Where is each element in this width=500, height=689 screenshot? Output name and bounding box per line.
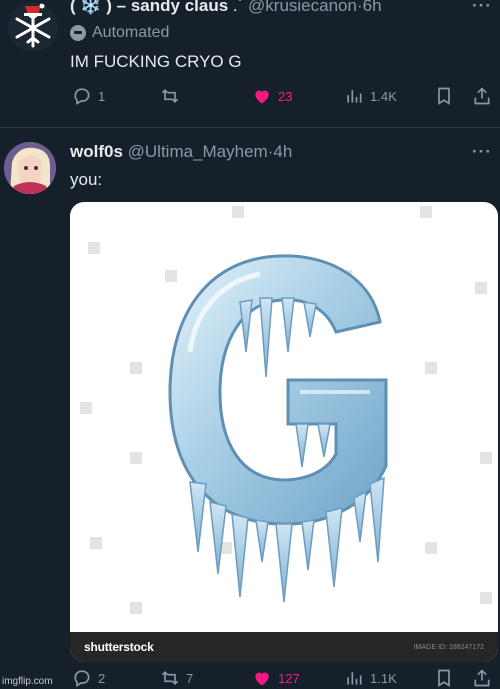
reply-button[interactable]: 1 xyxy=(72,86,105,106)
like-count: 127 xyxy=(278,670,300,686)
image-id-text: IMAGE ID: 188247172 xyxy=(413,643,484,651)
share-icon xyxy=(474,669,490,687)
retweet-icon xyxy=(161,670,179,686)
stock-watermark-bar: shutterstock IMAGE ID: 188247172 xyxy=(70,632,498,662)
avatar[interactable] xyxy=(8,2,58,52)
reply-count: 1 xyxy=(98,88,106,104)
views-chart-icon xyxy=(347,90,362,103)
tweet-wolf0s[interactable]: wolf0s @Ultima_Mayhem·4h ··· you: shutte… xyxy=(0,128,500,689)
tweet-actions: 1 23 1.4K xyxy=(0,86,500,112)
retweet-button[interactable] xyxy=(160,86,186,106)
automated-label: Automated xyxy=(70,24,169,42)
views-button[interactable]: 1.4K xyxy=(344,86,397,106)
tweet-actions: 2 7 127 1.1K xyxy=(0,668,500,689)
handle[interactable]: @krusiecanon xyxy=(248,0,357,15)
bookmark-icon xyxy=(438,87,450,106)
like-count: 23 xyxy=(278,88,293,104)
shutterstock-logo: shutterstock xyxy=(84,640,154,654)
heart-icon xyxy=(255,90,269,104)
tweet-media-image[interactable]: shutterstock IMAGE ID: 188247172 xyxy=(70,202,498,662)
more-options-icon[interactable]: ··· xyxy=(472,142,492,161)
bot-icon xyxy=(70,25,86,41)
tweet-text: you: xyxy=(70,170,103,189)
display-name[interactable]: ( ❄️ ) – sandy claus xyxy=(70,0,228,15)
tweet-text: IM FUCKING CRYO G xyxy=(70,52,242,71)
reply-count: 2 xyxy=(98,670,106,686)
tweet-header: wolf0s @Ultima_Mayhem·4h xyxy=(70,142,292,162)
tweet-sandy-claus[interactable]: ( ❄️ ) – sandy claus .ˊ @krusiecanon·6h … xyxy=(0,0,500,128)
bookmark-button[interactable] xyxy=(434,668,454,688)
reply-icon xyxy=(74,670,90,687)
heart-icon xyxy=(255,672,269,686)
timestamp[interactable]: ·6h xyxy=(357,0,382,15)
retweet-button[interactable]: 7 xyxy=(160,668,193,688)
share-button[interactable] xyxy=(472,668,492,688)
views-button[interactable]: 1.1K xyxy=(344,668,397,688)
bookmark-icon xyxy=(438,669,450,688)
like-button[interactable]: 127 xyxy=(252,668,300,688)
imgflip-watermark: imgflip.com xyxy=(2,676,53,687)
views-count: 1.4K xyxy=(370,88,397,104)
share-icon xyxy=(474,87,490,105)
share-button[interactable] xyxy=(472,86,492,106)
reply-icon xyxy=(74,88,90,105)
views-chart-icon xyxy=(347,672,362,685)
reply-button[interactable]: 2 xyxy=(72,668,105,688)
like-button[interactable]: 23 xyxy=(252,86,292,106)
retweet-icon xyxy=(161,88,179,104)
snowflake-avatar-icon xyxy=(15,3,51,48)
more-options-icon[interactable]: ··· xyxy=(472,0,492,15)
verified-mark-icon: .ˊ xyxy=(232,0,244,15)
retweet-count: 7 xyxy=(186,670,194,686)
bookmark-button[interactable] xyxy=(434,86,454,106)
display-name[interactable]: wolf0s xyxy=(70,142,123,161)
automated-text: Automated xyxy=(92,24,170,41)
handle[interactable]: @Ultima_Mayhem xyxy=(128,142,268,161)
views-count: 1.1K xyxy=(370,670,397,686)
ice-letter-g-image xyxy=(168,254,388,603)
timestamp[interactable]: ·4h xyxy=(268,142,293,161)
tweet-header: ( ❄️ ) – sandy claus .ˊ @krusiecanon·6h xyxy=(70,0,382,16)
